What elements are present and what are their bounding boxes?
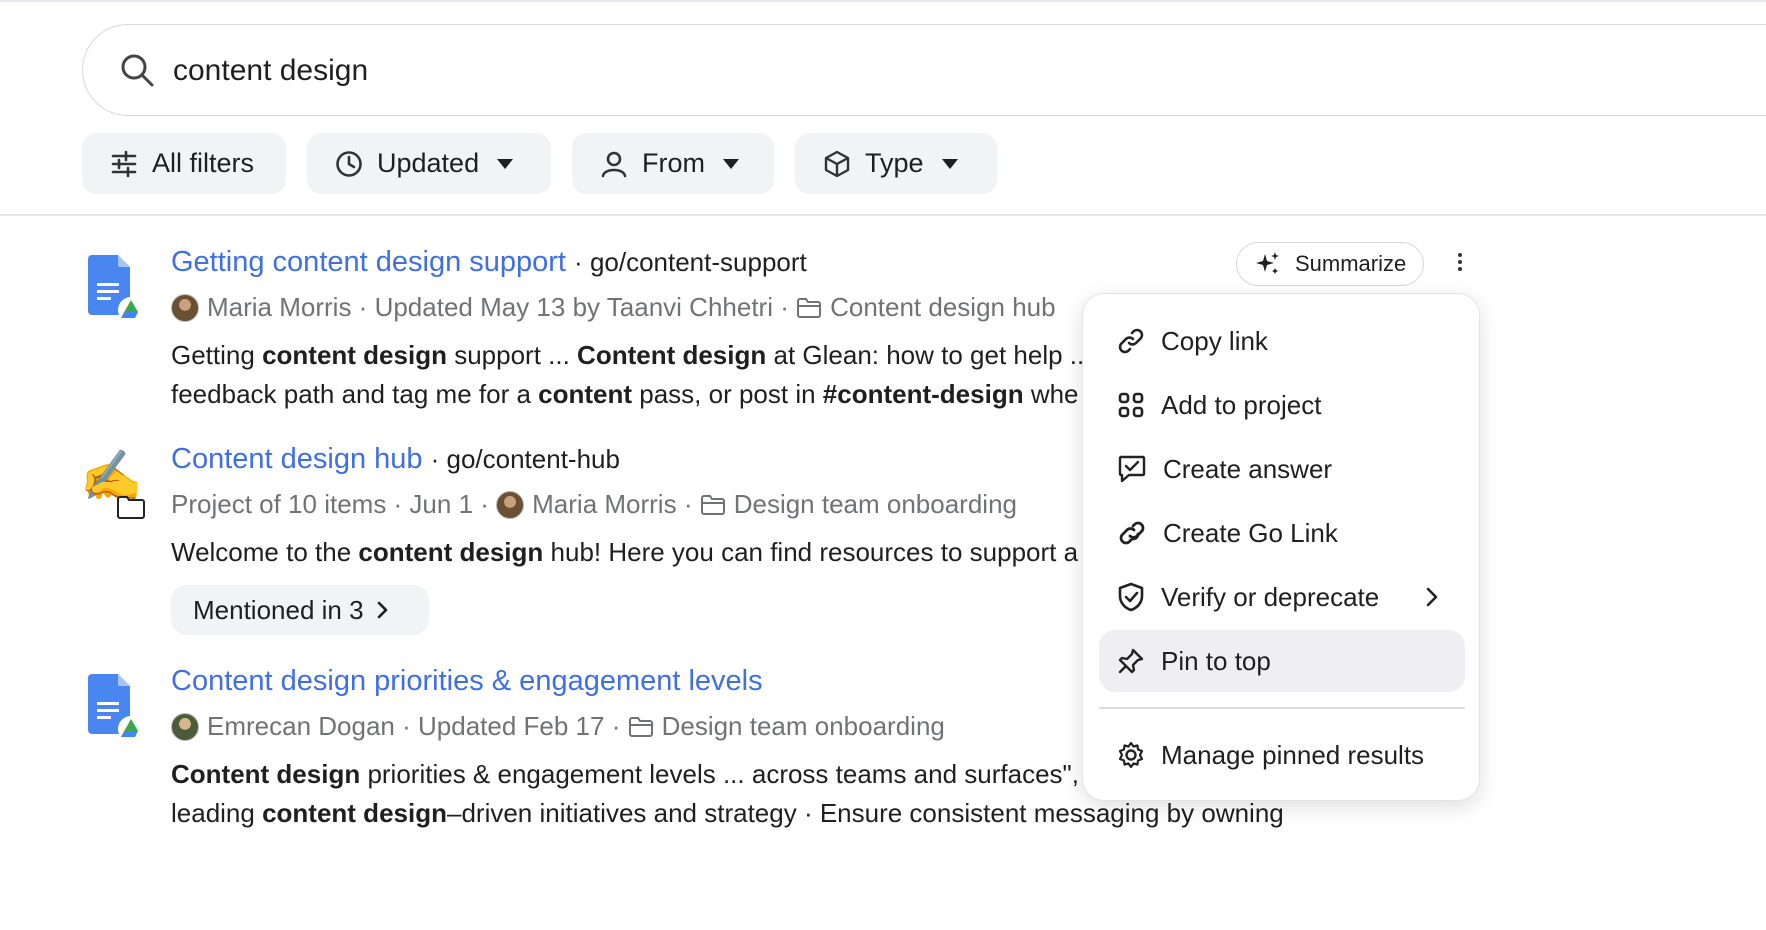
date: Jun 1 bbox=[409, 489, 474, 519]
author-name[interactable]: Maria Morris bbox=[532, 489, 676, 520]
top-border bbox=[0, 0, 1766, 2]
menu-item-copy-link[interactable]: Copy link bbox=[1099, 310, 1465, 372]
golink[interactable]: go/content-support bbox=[590, 247, 807, 277]
mentioned-in-button[interactable]: Mentioned in 3 bbox=[171, 585, 429, 635]
link-icon bbox=[1118, 328, 1144, 354]
result-title-link[interactable]: Content design hub bbox=[171, 443, 423, 475]
chevron-down-icon bbox=[941, 158, 958, 169]
search-bar[interactable] bbox=[82, 24, 1766, 116]
sparkle-icon bbox=[1256, 252, 1279, 274]
chevron-right-icon bbox=[377, 601, 387, 619]
menu-item-label: Pin to top bbox=[1161, 645, 1271, 676]
gear-icon bbox=[1118, 741, 1144, 769]
pin-icon bbox=[1118, 648, 1144, 674]
result-snippet: Getting content design support ... Conte… bbox=[171, 340, 1085, 370]
result-snippet: Content design priorities & engagement l… bbox=[171, 759, 1080, 789]
project-icon: ✍ bbox=[80, 448, 148, 522]
answer-icon bbox=[1118, 455, 1146, 483]
chevron-down-icon bbox=[497, 158, 514, 169]
result-context-menu: Copy link Add to project Create answer C… bbox=[1082, 293, 1480, 801]
folder-icon bbox=[117, 496, 145, 519]
chevron-right-icon bbox=[1426, 587, 1438, 607]
header-divider bbox=[0, 214, 1766, 216]
author-name[interactable]: Maria Morris bbox=[207, 292, 351, 323]
menu-item-create-go-link[interactable]: Create Go Link bbox=[1099, 502, 1465, 564]
from-filter-label: From bbox=[642, 148, 705, 178]
menu-item-pin-to-top[interactable]: Pin to top bbox=[1099, 630, 1465, 692]
menu-item-manage-pinned-results[interactable]: Manage pinned results bbox=[1099, 724, 1465, 786]
updated-info: Updated Feb 17 bbox=[418, 711, 605, 741]
result-snippet: leading content design–driven initiative… bbox=[171, 798, 1284, 828]
menu-item-label: Verify or deprecate bbox=[1161, 581, 1380, 612]
updated-filter-label: Updated bbox=[377, 148, 480, 178]
type-filter-label: Type bbox=[865, 148, 924, 178]
updated-info: Updated May 13 by Taanvi Chhetri bbox=[374, 292, 773, 322]
avatar bbox=[496, 490, 525, 519]
result-title-link[interactable]: Getting content design support bbox=[171, 246, 566, 278]
menu-item-label: Create Go Link bbox=[1163, 517, 1338, 548]
result-title-row: Content design priorities & engagement l… bbox=[171, 665, 763, 698]
result-meta: Emrecan Dogan · Updated Feb 17 · Design … bbox=[171, 711, 945, 742]
avatar bbox=[171, 293, 199, 322]
golink-icon bbox=[1119, 521, 1145, 545]
menu-item-add-to-project[interactable]: Add to project bbox=[1099, 374, 1465, 436]
cube-icon bbox=[824, 150, 850, 177]
result-meta: Maria Morris · Updated May 13 by Taanvi … bbox=[171, 292, 1056, 323]
menu-divider bbox=[1099, 707, 1465, 709]
menu-item-label: Manage pinned results bbox=[1161, 739, 1425, 770]
shield-check-icon bbox=[1118, 582, 1144, 612]
google-docs-icon bbox=[88, 674, 144, 742]
result-snippet: feedback path and tag me for a content p… bbox=[171, 379, 1079, 409]
google-docs-icon bbox=[88, 255, 144, 323]
folder-name[interactable]: Design team onboarding bbox=[734, 489, 1017, 520]
result-title-row: Getting content design support · go/cont… bbox=[171, 246, 807, 278]
folder-icon bbox=[700, 494, 725, 515]
menu-item-verify-or-deprecate[interactable]: Verify or deprecate bbox=[1099, 566, 1465, 628]
menu-item-label: Create answer bbox=[1163, 453, 1333, 484]
grid-icon bbox=[1118, 392, 1144, 418]
type-filter-button[interactable]: Type bbox=[795, 133, 997, 194]
result-snippet: Welcome to the content design hub! Here … bbox=[171, 537, 1079, 567]
chevron-down-icon bbox=[723, 158, 739, 169]
author-name[interactable]: Emrecan Dogan bbox=[207, 711, 395, 742]
clock-icon bbox=[336, 150, 362, 177]
all-filters-label: All filters bbox=[152, 148, 255, 178]
menu-item-label: Copy link bbox=[1161, 325, 1268, 356]
search-input[interactable] bbox=[173, 49, 1373, 93]
golink[interactable]: go/content-hub bbox=[446, 444, 619, 474]
updated-filter-button[interactable]: Updated bbox=[307, 133, 551, 194]
result-meta: Project of 10 items · Jun 1 · Maria Morr… bbox=[171, 489, 1017, 520]
sliders-icon bbox=[111, 150, 137, 177]
summarize-button[interactable]: Summarize bbox=[1236, 242, 1424, 286]
result-title-link[interactable]: Content design priorities & engagement l… bbox=[171, 665, 763, 697]
person-icon bbox=[601, 151, 627, 177]
menu-item-label: Add to project bbox=[1161, 389, 1322, 420]
more-options-icon[interactable] bbox=[1448, 250, 1472, 278]
all-filters-button[interactable]: All filters bbox=[82, 133, 286, 194]
summarize-label: Summarize bbox=[1295, 251, 1407, 276]
avatar bbox=[171, 712, 199, 741]
folder-name[interactable]: Content design hub bbox=[830, 292, 1056, 323]
search-icon bbox=[121, 54, 154, 87]
from-filter-button[interactable]: From bbox=[572, 133, 774, 194]
folder-icon bbox=[797, 297, 822, 318]
menu-item-create-answer[interactable]: Create answer bbox=[1099, 438, 1465, 500]
folder-name[interactable]: Design team onboarding bbox=[662, 711, 945, 742]
mentioned-label: Mentioned in 3 bbox=[193, 594, 364, 625]
project-info: Project of 10 items bbox=[171, 489, 387, 519]
folder-icon bbox=[628, 716, 653, 737]
result-title-row: Content design hub · go/content-hub bbox=[171, 443, 620, 475]
